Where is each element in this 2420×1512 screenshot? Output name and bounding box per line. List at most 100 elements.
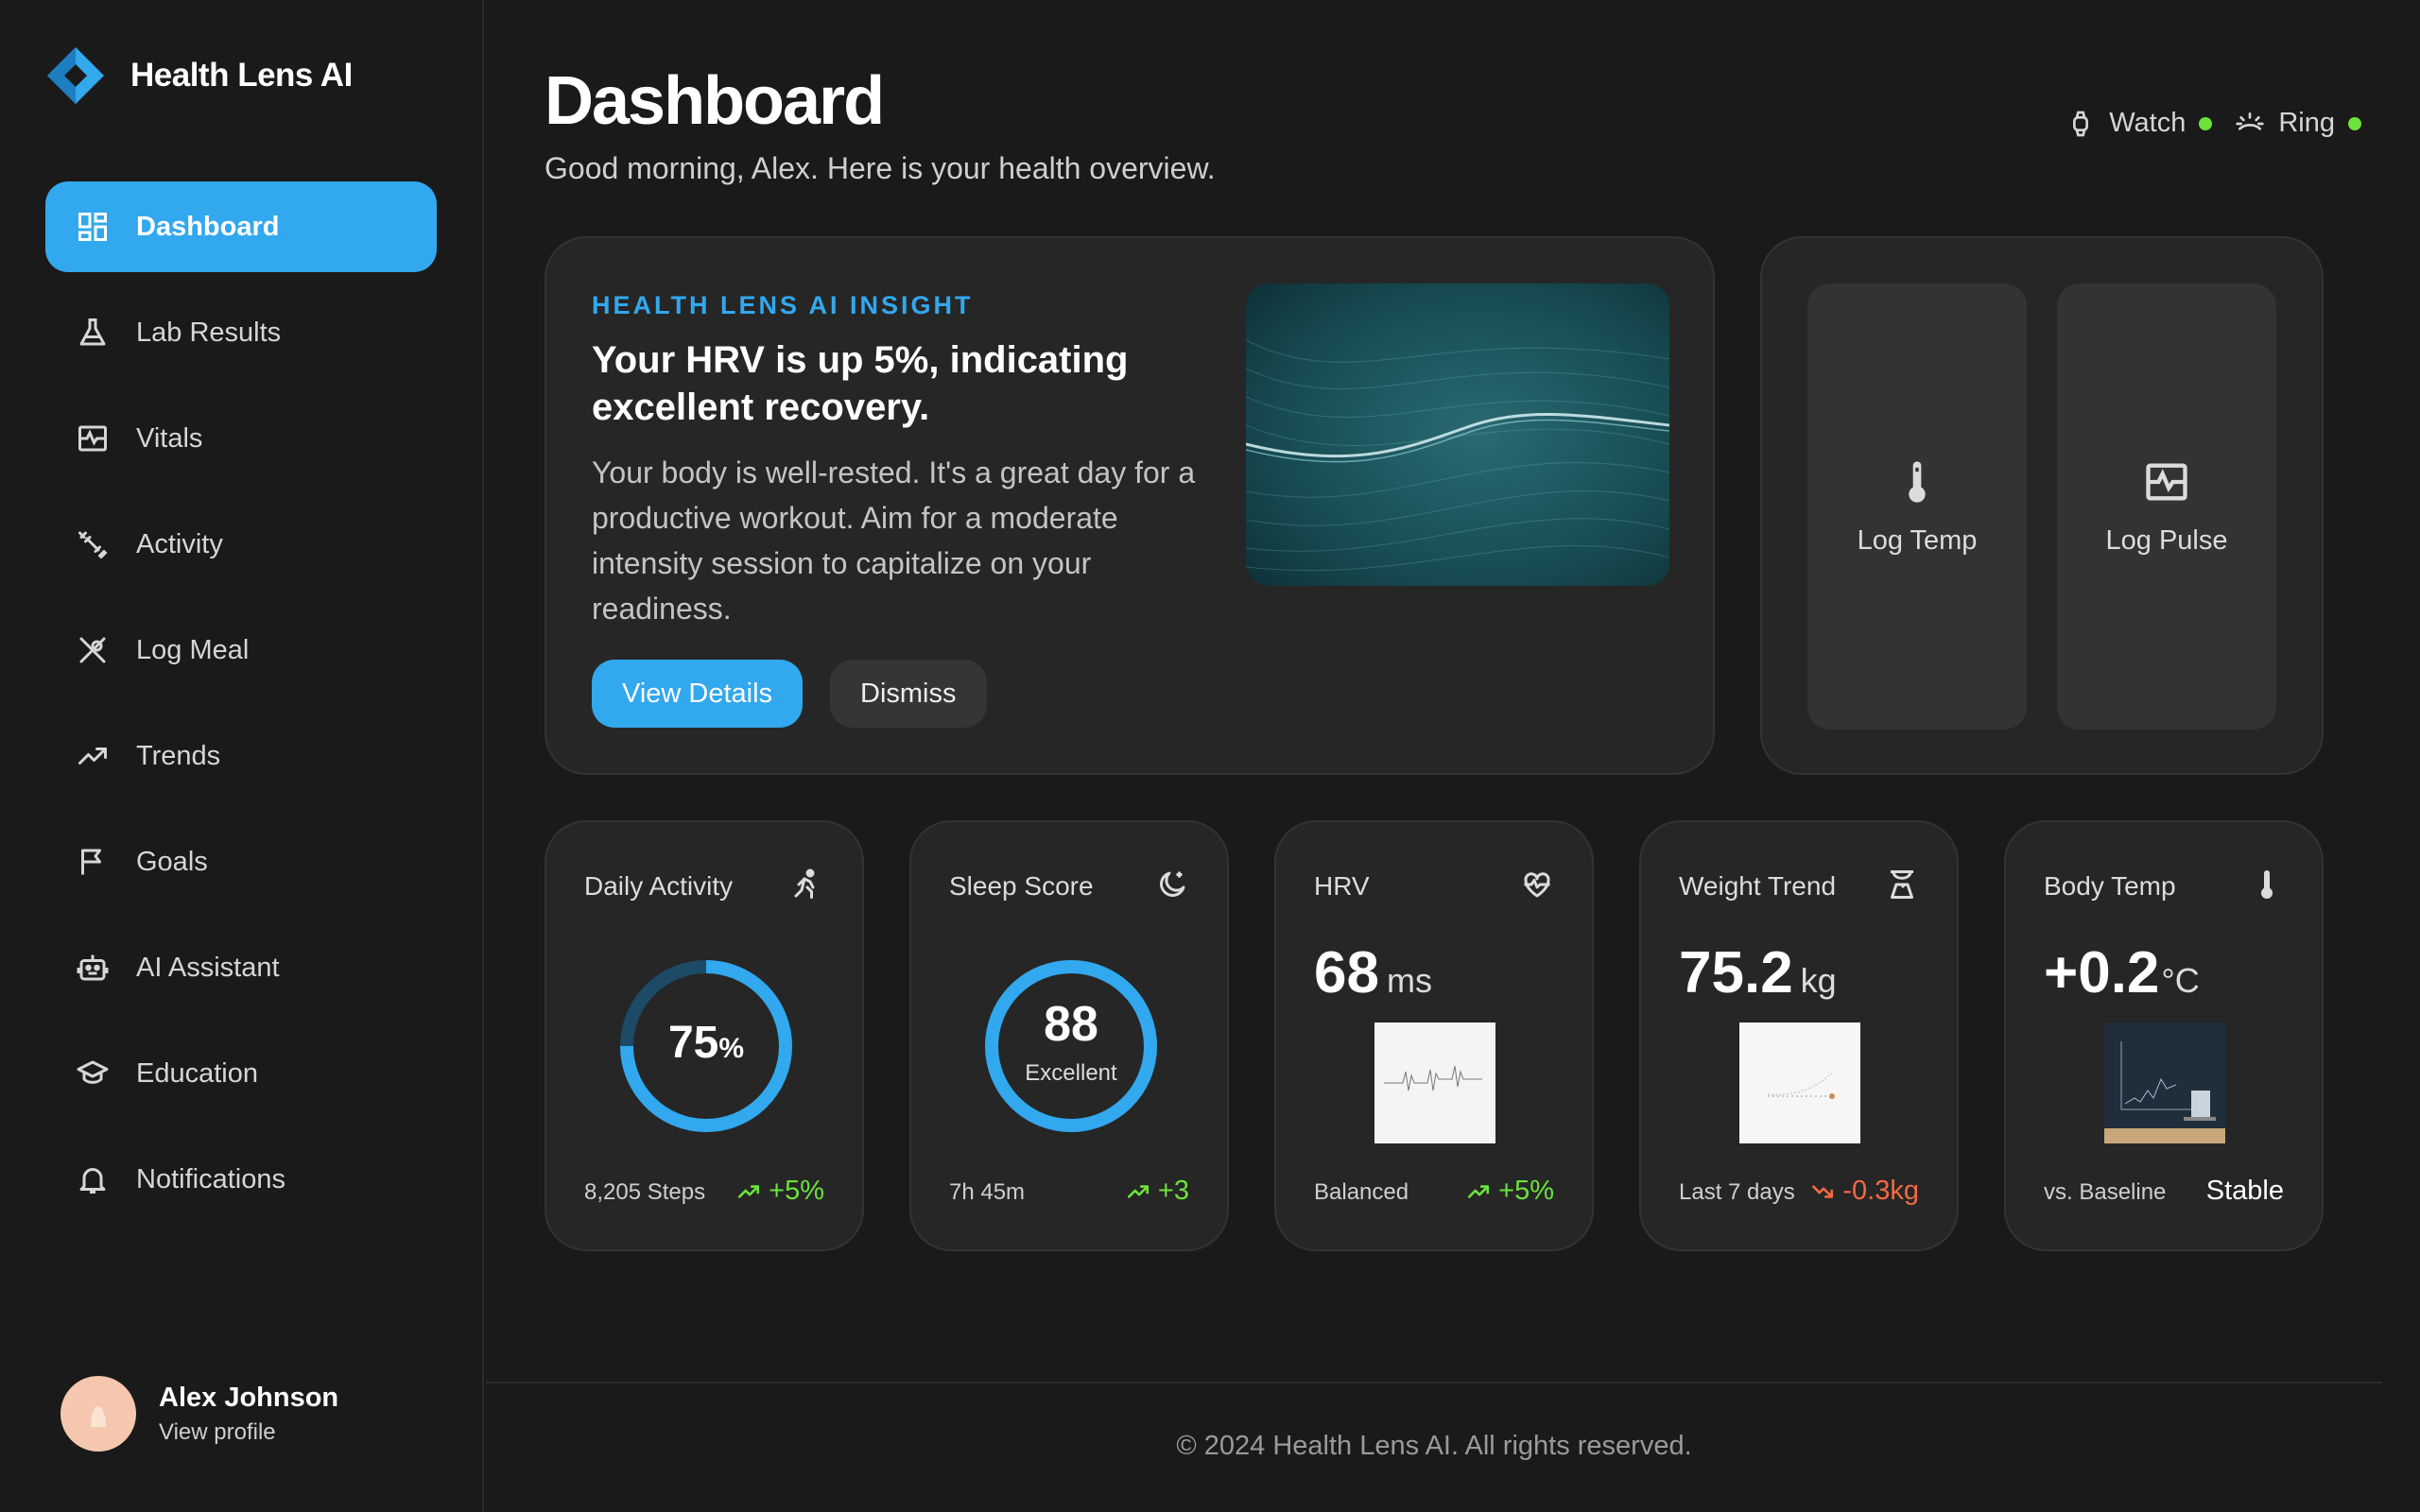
flag-icon <box>76 845 110 879</box>
sidebar-nav: Dashboard Lab Results Vitals Activity Lo… <box>45 181 437 1240</box>
log-temp-button[interactable]: Log Temp <box>1807 284 2027 730</box>
footer-copyright: © 2024 Health Lens AI. All rights reserv… <box>1176 1431 1692 1461</box>
heart-pulse-icon <box>1520 868 1554 902</box>
sidebar-item-label: Trends <box>136 740 221 771</box>
sidebar-item-dashboard[interactable]: Dashboard <box>45 181 437 272</box>
sleep-caption: Excellent <box>1025 1060 1117 1086</box>
metric-card-body-temp[interactable]: Body Temp +0.2°C vs. Baseline Stable <box>2004 820 2324 1251</box>
running-icon <box>790 868 824 902</box>
profile-name: Alex Johnson <box>159 1382 339 1413</box>
device-watch[interactable]: Watch <box>2066 108 2213 139</box>
sidebar-item-label: Vitals <box>136 422 203 454</box>
insight-wave-image <box>1246 284 1669 586</box>
sidebar-item-log-meal[interactable]: Log Meal <box>45 605 437 696</box>
trend-indicator: +3 <box>1126 1176 1189 1207</box>
steps-count: 8,205 Steps <box>584 1179 706 1205</box>
metric-card-daily-activity[interactable]: Daily Activity 75% 8,205 Steps +5% <box>544 820 864 1251</box>
sleep-value: 88 <box>1044 997 1098 1052</box>
vitals-monitor-icon <box>76 421 110 455</box>
hrv-unit: ms <box>1386 961 1432 1000</box>
trend-value: +5% <box>1498 1176 1554 1206</box>
user-profile[interactable]: Alex Johnson View profile <box>60 1376 338 1452</box>
watch-icon <box>2073 111 2089 136</box>
trend-value: -0.3kg <box>1842 1176 1919 1206</box>
sidebar-item-ai-assistant[interactable]: AI Assistant <box>45 922 437 1013</box>
trending-up-icon <box>1127 1184 1149 1198</box>
sidebar-item-trends[interactable]: Trends <box>45 711 437 801</box>
trending-up-icon <box>1468 1184 1490 1198</box>
trend-indicator: -0.3kg <box>1810 1176 1919 1207</box>
insight-headline: Your HRV is up 5%, indicating excellent … <box>592 339 1129 428</box>
trending-up-icon <box>738 1184 760 1198</box>
view-profile-link[interactable]: View profile <box>159 1419 338 1446</box>
trend-value: +5% <box>769 1176 824 1206</box>
temp-baseline-label: vs. Baseline <box>2044 1179 2167 1205</box>
log-pulse-label: Log Pulse <box>2105 524 2228 556</box>
activity-unit: % <box>718 1033 745 1064</box>
sidebar-item-education[interactable]: Education <box>45 1028 437 1119</box>
insight-card: HEALTH LENS AI INSIGHT Your HRV is up 5%… <box>544 236 1715 775</box>
sidebar-item-label: Notifications <box>136 1163 285 1194</box>
sidebar-item-label: Log Meal <box>136 634 250 665</box>
temp-value: +0.2°C <box>2044 939 2200 1006</box>
sidebar-item-goals[interactable]: Goals <box>45 816 437 907</box>
device-label: Watch <box>2109 108 2187 138</box>
activity-number: 75 <box>667 1018 719 1068</box>
device-status: Watch Ring <box>2066 108 2361 139</box>
view-details-button[interactable]: View Details <box>592 660 804 728</box>
sidebar-item-label: AI Assistant <box>136 952 280 983</box>
sleep-duration: 7h 45m <box>949 1179 1026 1205</box>
brand[interactable]: Health Lens AI <box>45 45 353 106</box>
brand-name: Health Lens AI <box>130 57 353 94</box>
status-dot <box>2348 116 2361 130</box>
sidebar-item-lab-results[interactable]: Lab Results <box>45 287 437 378</box>
footer-divider <box>486 1382 2382 1383</box>
weight-value: 75.2 kg <box>1679 939 1837 1006</box>
metric-title: Daily Activity <box>584 871 734 901</box>
metric-title: Sleep Score <box>949 871 1094 901</box>
sidebar-item-label: Education <box>136 1057 258 1089</box>
trend-value: +3 <box>1157 1176 1189 1206</box>
log-temp-label: Log Temp <box>1857 524 1978 556</box>
device-ring[interactable]: Ring <box>2235 108 2361 139</box>
sidebar-item-label: Activity <box>136 528 223 559</box>
sidebar-item-notifications[interactable]: Notifications <box>45 1134 437 1225</box>
hrv-value: 68 ms <box>1314 939 1432 1006</box>
weight-chart-image <box>1739 1022 1860 1143</box>
temp-status: Stable <box>2205 1176 2284 1206</box>
ring-sensor-icon <box>2236 112 2265 130</box>
sidebar-item-activity[interactable]: Activity <box>45 499 437 590</box>
log-pulse-button[interactable]: Log Pulse <box>2057 284 2276 730</box>
sidebar-item-label: Lab Results <box>136 317 282 348</box>
insight-kicker: HEALTH LENS AI INSIGHT <box>592 291 974 319</box>
dumbbell-icon <box>76 527 110 561</box>
page-subtitle: Good morning, Alex. Here is your health … <box>544 151 1216 185</box>
activity-value: 75% <box>618 1017 794 1069</box>
metric-card-weight-trend[interactable]: Weight Trend 75.2 kg Last 7 days -0.3kg <box>1639 820 1959 1251</box>
utensils-icon <box>76 633 110 667</box>
trending-up-icon <box>76 739 110 773</box>
robot-icon <box>76 951 110 985</box>
metric-card-hrv[interactable]: HRV 68 ms Balanced +5% <box>1274 820 1594 1251</box>
temp-unit: °C <box>2161 961 2200 1000</box>
graduation-cap-icon <box>76 1057 110 1091</box>
weight-period: Last 7 days <box>1679 1179 1795 1205</box>
metric-title: Body Temp <box>2044 871 2176 901</box>
hrv-status: Balanced <box>1314 1179 1409 1205</box>
metric-card-sleep-score[interactable]: Sleep Score 88 Excellent 7h 45m +3 <box>909 820 1229 1251</box>
metric-title: HRV <box>1314 871 1370 901</box>
diamond-logo-icon <box>47 47 104 104</box>
main-content: Dashboard Good morning, Alex. Here is yo… <box>486 0 2420 1512</box>
sidebar-item-label: Goals <box>136 846 208 877</box>
dismiss-button[interactable]: Dismiss <box>830 660 987 728</box>
avatar[interactable] <box>60 1376 136 1452</box>
device-label: Ring <box>2278 108 2335 138</box>
thermometer-icon <box>2250 868 2284 902</box>
pulse-monitor-icon <box>2146 463 2187 500</box>
hrv-number: 68 <box>1314 940 1379 1005</box>
status-dot <box>2199 116 2213 130</box>
temp-number: +0.2 <box>2044 940 2160 1005</box>
dashboard-icon <box>76 210 110 244</box>
moon-star-icon <box>1155 868 1189 902</box>
sidebar-item-vitals[interactable]: Vitals <box>45 393 437 484</box>
